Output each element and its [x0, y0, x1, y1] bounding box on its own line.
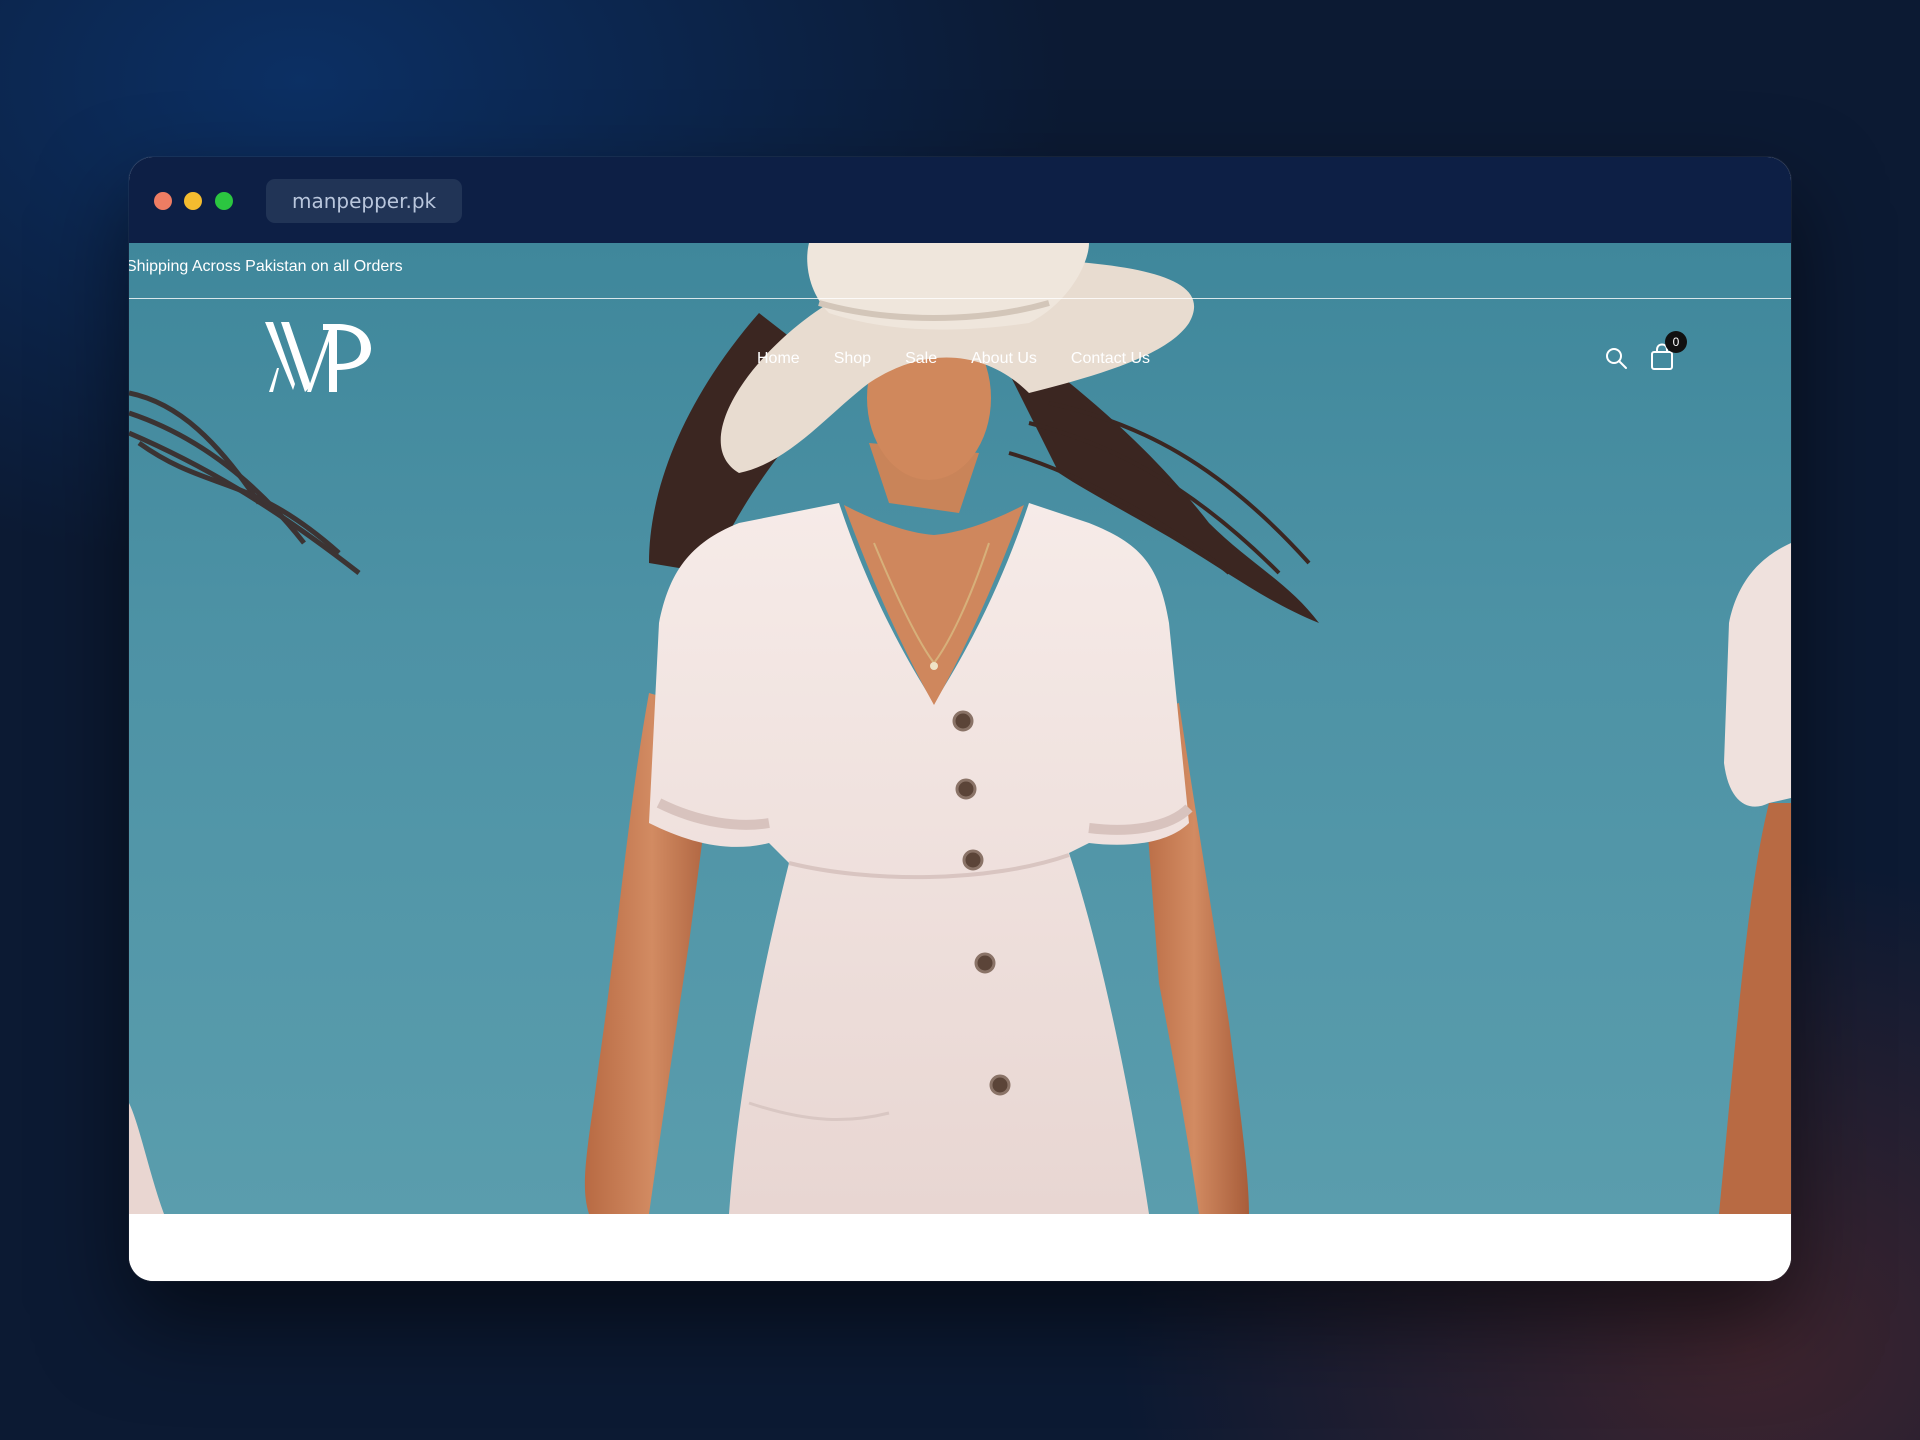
brand-logo[interactable] [265, 318, 375, 396]
nav-item-contact-us[interactable]: Contact Us [1071, 350, 1150, 368]
announcement-bar-text: Shipping Across Pakistan on all Orders [129, 258, 403, 275]
hero-image [129, 243, 1791, 1214]
maximize-window-button[interactable] [215, 192, 233, 210]
nav-item-shop[interactable]: Shop [834, 350, 871, 368]
nav-item-home[interactable]: Home [757, 350, 800, 368]
announcement-divider [129, 298, 1791, 299]
close-window-button[interactable] [154, 192, 172, 210]
minimize-window-button[interactable] [184, 192, 202, 210]
hero-banner[interactable]: Shipping Across Pakistan on all Orders H… [129, 243, 1791, 1214]
browser-window: manpepper.pk Shipping Across Pakistan on… [129, 157, 1791, 1281]
page-viewport: Shipping Across Pakistan on all Orders H… [129, 243, 1791, 1281]
nav-item-sale[interactable]: Sale [905, 350, 937, 368]
address-bar[interactable]: manpepper.pk [266, 179, 463, 223]
cart-count-badge: 0 [1665, 331, 1687, 353]
browser-titlebar: manpepper.pk [129, 157, 1791, 243]
nav-item-about-us[interactable]: About Us [971, 350, 1037, 368]
main-navigation: Home Shop Sale About Us Contact Us [757, 350, 1150, 368]
search-icon[interactable] [1604, 346, 1628, 370]
